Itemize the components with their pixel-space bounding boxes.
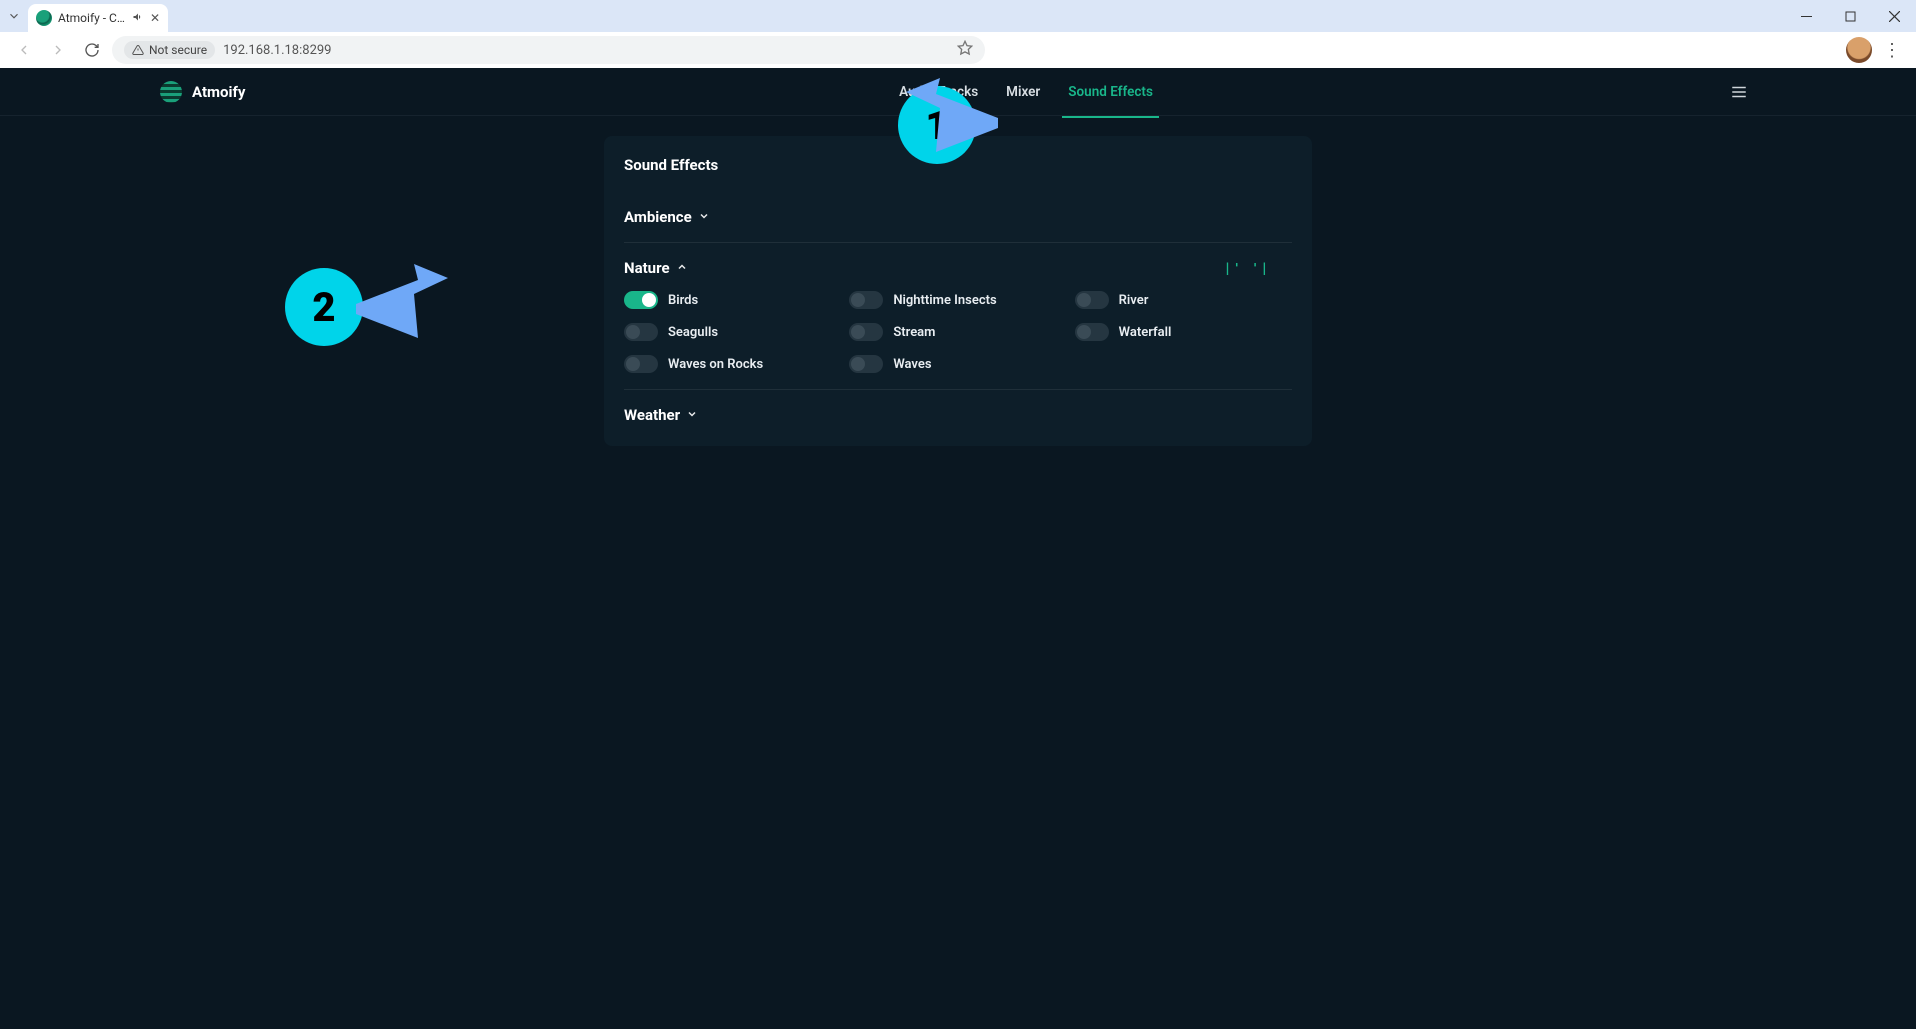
security-chip[interactable]: Not secure [124,41,215,59]
app-header: Atmoify Audio Tracks Mixer Sound Effects [0,68,1916,116]
section-weather: Weather [624,390,1292,440]
app-menu-button[interactable] [1730,68,1748,116]
sound-label: Waterfall [1119,325,1172,340]
sound-label: Seagulls [668,325,718,340]
annotation-bubble: 2 [285,268,363,346]
app-viewport: Atmoify Audio Tracks Mixer Sound Effects… [0,68,1916,1029]
favicon-icon [36,10,52,26]
browser-toolbar: Not secure 192.168.1.18:8299 ⋮ [0,32,1916,68]
arrow-2-icon [354,264,450,348]
chevron-down-icon [686,408,698,423]
browser-menu-button[interactable]: ⋮ [1878,36,1906,64]
toggle-waves[interactable] [849,355,883,373]
toggle-waves_on_rocks[interactable] [624,355,658,373]
sound-item-waves: Waves [849,355,1066,373]
profile-avatar[interactable] [1846,37,1872,63]
nav-reload-button[interactable] [78,36,106,64]
section-label: Nature [624,259,670,277]
panel-title: Sound Effects [624,156,1292,174]
section-nature: Nature |' '| Birds Nighttime Insects River… [624,243,1292,390]
toggle-birds[interactable] [624,291,658,309]
toggle-waterfall[interactable] [1075,323,1109,341]
address-bar[interactable]: Not secure 192.168.1.18:8299 [112,36,985,64]
tab-sound-effects[interactable]: Sound Effects [1068,78,1153,106]
toggle-seagulls[interactable] [624,323,658,341]
brand-name: Atmoify [192,83,245,101]
section-head-ambience[interactable]: Ambience [624,208,1292,226]
sound-item-stream: Stream [849,323,1066,341]
brand[interactable]: Atmoify [160,68,245,116]
browser-tab-strip: Atmoify - Create ✕ [0,0,1916,32]
section-head-nature[interactable]: Nature |' '| [624,259,1292,277]
security-label: Not secure [149,43,207,57]
sound-item-waterfall: Waterfall [1075,323,1292,341]
tab-audio-tracks[interactable]: Audio Tracks [899,78,978,106]
sound-label: Nighttime Insects [893,293,996,308]
tab-audio-icon[interactable] [132,11,144,26]
window-controls [1784,0,1916,32]
sound-label: Stream [893,325,935,340]
sound-item-birds: Birds [624,291,841,309]
nav-back-button[interactable] [10,36,38,64]
sound-label: Waves [893,357,931,372]
tab-mixer[interactable]: Mixer [1006,78,1040,106]
window-maximize-button[interactable] [1828,0,1872,32]
bookmark-star-icon[interactable] [957,40,973,60]
window-close-button[interactable] [1872,0,1916,32]
logo-icon [160,81,182,103]
section-ambience: Ambience [624,192,1292,243]
sound-item-nighttime_insects: Nighttime Insects [849,291,1066,309]
annotation-2: 2 [285,268,363,346]
toggle-nighttime_insects[interactable] [849,291,883,309]
tab-close-icon[interactable]: ✕ [150,11,160,25]
sound-label: Birds [668,293,698,308]
toggle-river[interactable] [1075,291,1109,309]
sound-effects-panel: Sound Effects Ambience Nature |' '| Bird… [604,136,1312,446]
chevron-down-icon [698,210,710,225]
sound-label: Waves on Rocks [668,357,763,372]
sound-item-river: River [1075,291,1292,309]
sound-item-waves_on_rocks: Waves on Rocks [624,355,841,373]
playing-indicator-icon: |' '| [1224,261,1270,275]
window-minimize-button[interactable] [1784,0,1828,32]
section-label: Weather [624,406,680,424]
chevron-up-icon [676,261,688,276]
tab-title: Atmoify - Create [58,11,126,25]
nature-grid: Birds Nighttime Insects River Seagulls Strea… [624,291,1292,373]
nav-forward-button[interactable] [44,36,72,64]
sound-label: River [1119,293,1149,308]
nav-tabs: Audio Tracks Mixer Sound Effects [899,68,1153,116]
section-label: Ambience [624,208,692,226]
section-head-weather[interactable]: Weather [624,406,1292,424]
tab-list-dropdown[interactable] [0,0,28,32]
browser-tab[interactable]: Atmoify - Create ✕ [28,4,168,32]
sound-item-seagulls: Seagulls [624,323,841,341]
toggle-stream[interactable] [849,323,883,341]
url-text: 192.168.1.18:8299 [223,43,331,58]
